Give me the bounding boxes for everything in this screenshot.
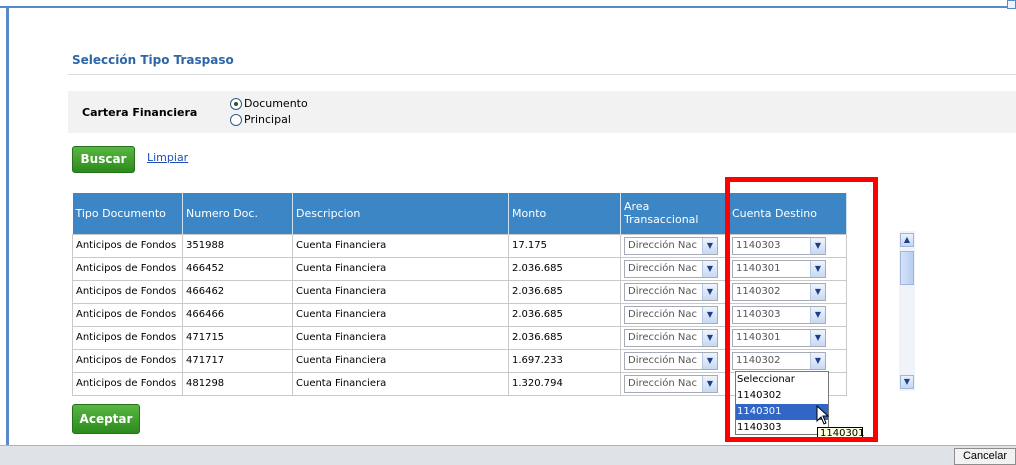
cell-descripcion: Cuenta Financiera [292,348,509,373]
cancel-button[interactable]: Cancelar [954,448,1016,465]
chevron-down-icon[interactable]: ▼ [702,352,717,369]
cell-monto: 2.036.685 [508,256,621,281]
cell-numero: 466462 [182,279,293,304]
cell-numero: 471715 [182,325,293,350]
scroll-up-icon[interactable]: ▲ [900,233,914,247]
area-select[interactable]: Dirección Nac ▼ [624,305,718,324]
cell-descripcion: Cuenta Financiera [292,371,509,396]
cell-numero: 481298 [182,371,293,396]
radio-unchecked-icon[interactable] [230,113,242,126]
cell-tipo: Anticipos de Fondos [72,371,183,396]
chevron-down-icon[interactable]: ▼ [702,375,717,392]
area-select-value: Dirección Nac [628,240,698,251]
cell-tipo: Anticipos de Fondos [72,348,183,373]
header-area-transaccional[interactable]: Area Transaccional [620,193,729,234]
window-left-border [6,8,9,456]
accept-button[interactable]: Aceptar [72,404,140,434]
cell-descripcion: Cuenta Financiera [292,279,509,304]
table-scrollbar[interactable]: ▲ ▼ [899,231,915,391]
cell-descripcion: Cuenta Financiera [292,233,509,258]
cell-area: Dirección Nac ▼ [620,348,729,373]
highlight-annotation [725,177,878,442]
area-select-value: Dirección Nac [628,378,698,389]
chevron-down-icon[interactable]: ▼ [702,260,717,277]
chevron-down-icon[interactable]: ▼ [702,283,717,300]
area-select-value: Dirección Nac [628,263,698,274]
cell-area: Dirección Nac ▼ [620,371,729,396]
cell-descripcion: Cuenta Financiera [292,256,509,281]
search-button[interactable]: Buscar [72,146,135,173]
cell-numero: 471717 [182,348,293,373]
window-top-bar [0,0,1016,8]
chevron-down-icon[interactable]: ▼ [702,306,717,323]
cell-monto: 17.175 [508,233,621,258]
radio-documento[interactable]: Documento [230,97,308,110]
cell-monto: 2.036.685 [508,302,621,327]
header-numero-doc[interactable]: Numero Doc. [182,193,293,234]
scroll-thumb[interactable] [900,251,914,285]
radio-checked-icon[interactable] [230,97,242,110]
cell-tipo: Anticipos de Fondos [72,233,183,258]
cell-monto: 2.036.685 [508,325,621,350]
cell-tipo: Anticipos de Fondos [72,302,183,327]
area-select-value: Dirección Nac [628,309,698,320]
area-select[interactable]: Dirección Nac ▼ [624,236,718,255]
chevron-down-icon[interactable]: ▼ [702,237,717,254]
cell-descripcion: Cuenta Financiera [292,325,509,350]
section-divider [68,74,1016,75]
clear-link[interactable]: Limpiar [147,151,188,164]
area-select[interactable]: Dirección Nac ▼ [624,282,718,301]
radio-label-documento: Documento [244,97,308,110]
header-descripcion[interactable]: Descripcion [292,193,509,234]
maximize-icon[interactable] [1007,0,1016,9]
cell-monto: 2.036.685 [508,279,621,304]
bottom-bar: Cancelar [0,445,1016,465]
area-select-value: Dirección Nac [628,355,698,366]
scroll-down-icon[interactable]: ▼ [900,375,914,389]
cell-monto: 1.697.233 [508,348,621,373]
cell-monto: 1.320.794 [508,371,621,396]
cell-tipo: Anticipos de Fondos [72,325,183,350]
chevron-down-icon[interactable]: ▼ [702,329,717,346]
header-monto[interactable]: Monto [508,193,621,234]
cell-area: Dirección Nac ▼ [620,325,729,350]
cell-numero: 466466 [182,302,293,327]
cell-area: Dirección Nac ▼ [620,233,729,258]
cell-numero: 351988 [182,233,293,258]
cell-numero: 466452 [182,256,293,281]
area-select[interactable]: Dirección Nac ▼ [624,374,718,393]
header-tipo-documento[interactable]: Tipo Documento [72,193,183,234]
filter-panel: Cartera Financiera Documento Principal [68,91,1016,133]
area-select[interactable]: Dirección Nac ▼ [624,259,718,278]
cell-area: Dirección Nac ▼ [620,279,729,304]
cell-tipo: Anticipos de Fondos [72,279,183,304]
cell-descripcion: Cuenta Financiera [292,302,509,327]
dialog-frame: Selección Tipo Traspaso Cartera Financie… [0,0,1016,465]
filter-label: Cartera Financiera [82,106,198,119]
section-title: Selección Tipo Traspaso [72,53,234,67]
area-select-value: Dirección Nac [628,286,698,297]
area-select-value: Dirección Nac [628,332,698,343]
cell-area: Dirección Nac ▼ [620,256,729,281]
area-select[interactable]: Dirección Nac ▼ [624,351,718,370]
cell-tipo: Anticipos de Fondos [72,256,183,281]
area-select[interactable]: Dirección Nac ▼ [624,328,718,347]
radio-label-principal: Principal [244,113,291,126]
cell-area: Dirección Nac ▼ [620,302,729,327]
radio-principal[interactable]: Principal [230,113,291,126]
